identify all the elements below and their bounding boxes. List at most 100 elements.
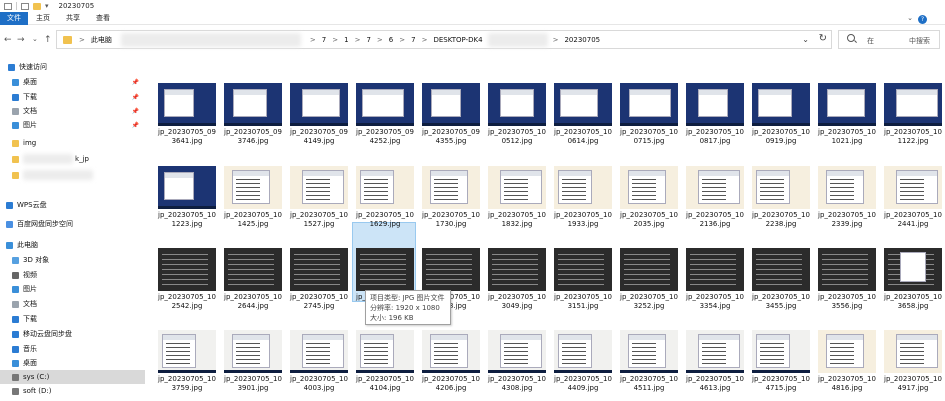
address-bar[interactable]: > 此电脑 > 7 > 1 > 7 > 6 > 7 > DESKTOP-DK4 … — [56, 30, 832, 49]
tab-home[interactable]: 主页 — [28, 12, 58, 25]
file-thumbnail[interactable] — [290, 330, 348, 373]
recent-locations-icon[interactable]: ⌄ — [32, 35, 38, 43]
file-thumbnail[interactable] — [158, 166, 216, 209]
sidebar-item[interactable]: soft (D:) — [0, 384, 145, 398]
file-thumbnail[interactable] — [620, 248, 678, 291]
file-thumbnail[interactable] — [620, 330, 678, 373]
file-thumbnail[interactable] — [818, 83, 876, 126]
file-thumbnail[interactable] — [158, 330, 216, 373]
file-thumbnail[interactable] — [884, 330, 942, 373]
forward-icon[interactable]: → — [17, 35, 25, 45]
file-thumbnail[interactable] — [620, 83, 678, 126]
new-folder-icon[interactable] — [33, 2, 41, 10]
file-thumbnail[interactable] — [488, 248, 546, 291]
sidebar-item[interactable]: WPS云盘 — [0, 198, 145, 212]
screenshot-window — [758, 89, 792, 117]
file-thumbnail[interactable] — [356, 166, 414, 209]
quick-access-toolbar-icon[interactable] — [4, 2, 12, 10]
file-thumbnail[interactable] — [752, 83, 810, 126]
breadcrumb-this-pc[interactable]: 此电脑 — [88, 35, 115, 45]
file-thumbnail[interactable] — [620, 166, 678, 209]
file-thumbnail[interactable] — [488, 330, 546, 373]
sidebar-item[interactable]: k_jp — [0, 152, 145, 166]
address-dropdown-icon[interactable]: ⌄ — [802, 35, 809, 44]
file-thumbnail[interactable] — [422, 166, 480, 209]
file-thumbnail[interactable] — [422, 248, 480, 291]
file-thumbnail[interactable] — [356, 83, 414, 126]
breadcrumb-segment[interactable]: 7 — [363, 36, 373, 44]
sidebar-item[interactable]: 百度网盘同步空间 — [0, 217, 145, 231]
search-box[interactable]: 在 中搜索 — [838, 30, 940, 49]
customize-toolbar-icon[interactable]: ▾ — [45, 2, 49, 10]
file-thumbnail[interactable] — [422, 83, 480, 126]
file-name-line2: 2441.jpg — [897, 220, 929, 228]
file-thumbnail[interactable] — [752, 330, 810, 373]
breadcrumb-segment[interactable]: 6 — [386, 36, 396, 44]
sidebar-item[interactable]: 音乐 — [0, 342, 145, 356]
file-thumbnail[interactable] — [158, 248, 216, 291]
expand-ribbon-icon[interactable]: ⌄ — [907, 14, 913, 22]
sidebar-item[interactable]: 3D 对象 — [0, 253, 145, 267]
file-thumbnail[interactable] — [554, 248, 612, 291]
file-thumbnail[interactable] — [884, 248, 942, 291]
code-lines — [228, 254, 274, 288]
breadcrumb-segment[interactable]: 1 — [341, 36, 351, 44]
sidebar-item[interactable]: 文档 — [0, 297, 145, 311]
sidebar-item[interactable]: 视频 — [0, 268, 145, 282]
file-thumbnail[interactable] — [488, 166, 546, 209]
file-thumbnail[interactable] — [290, 83, 348, 126]
refresh-icon[interactable]: ↻ — [819, 33, 827, 44]
file-thumbnail[interactable] — [884, 83, 942, 126]
file-thumbnail[interactable] — [554, 83, 612, 126]
sidebar-item[interactable]: 桌面 📌 — [0, 75, 145, 89]
file-thumbnail[interactable] — [488, 83, 546, 126]
sidebar-item[interactable]: 图片 📌 — [0, 118, 145, 132]
sidebar-item[interactable]: 此电脑 — [0, 238, 145, 252]
file-thumbnail[interactable] — [224, 83, 282, 126]
sidebar-item[interactable]: 快速访问 — [0, 60, 145, 74]
file-thumbnail[interactable] — [818, 330, 876, 373]
sidebar-item[interactable] — [0, 168, 145, 182]
sidebar-item[interactable]: 下载 📌 — [0, 90, 145, 104]
file-thumbnail[interactable] — [686, 83, 744, 126]
file-thumbnail[interactable] — [158, 83, 216, 126]
tab-view[interactable]: 查看 — [88, 12, 118, 25]
sidebar-item[interactable]: img — [0, 136, 145, 150]
sidebar-item[interactable]: 桌面 — [0, 356, 145, 370]
back-icon[interactable]: ← — [4, 35, 12, 45]
file-thumbnail[interactable] — [356, 330, 414, 373]
help-icon[interactable]: ? — [918, 15, 927, 24]
file-thumbnail[interactable] — [224, 330, 282, 373]
file-thumbnail[interactable] — [224, 248, 282, 291]
sidebar-item[interactable]: 移动云盘同步盘 — [0, 327, 145, 341]
file-thumbnail[interactable] — [290, 166, 348, 209]
tab-file[interactable]: 文件 — [0, 11, 28, 25]
sidebar-item[interactable]: 下载 — [0, 312, 145, 326]
file-thumbnail[interactable] — [752, 166, 810, 209]
properties-icon[interactable] — [21, 2, 29, 10]
sidebar-item-label: 图片 — [23, 121, 37, 129]
tab-share[interactable]: 共享 — [58, 12, 88, 25]
breadcrumb-segment[interactable]: 7 — [319, 36, 329, 44]
sidebar-item[interactable]: 文档 📌 — [0, 104, 145, 118]
file-thumbnail[interactable] — [818, 166, 876, 209]
up-icon[interactable]: ↑ — [44, 35, 52, 45]
file-thumbnail[interactable] — [752, 248, 810, 291]
sidebar-item[interactable]: sys (C:) — [0, 370, 145, 384]
file-thumbnail[interactable] — [686, 166, 744, 209]
file-thumbnail[interactable] — [818, 248, 876, 291]
breadcrumb-current-folder[interactable]: 20230705 — [561, 36, 603, 44]
taskbar — [620, 123, 678, 126]
file-thumbnail[interactable] — [686, 248, 744, 291]
file-thumbnail[interactable] — [554, 330, 612, 373]
file-thumbnail[interactable] — [356, 248, 414, 291]
file-thumbnail[interactable] — [224, 166, 282, 209]
file-thumbnail[interactable] — [422, 330, 480, 373]
breadcrumb-segment[interactable]: 7 — [408, 36, 418, 44]
file-thumbnail[interactable] — [686, 330, 744, 373]
sidebar-item[interactable]: 图片 — [0, 282, 145, 296]
file-thumbnail[interactable] — [554, 166, 612, 209]
file-thumbnail[interactable] — [884, 166, 942, 209]
file-thumbnail[interactable] — [290, 248, 348, 291]
breadcrumb-desktop[interactable]: DESKTOP-DK4 — [430, 36, 485, 44]
